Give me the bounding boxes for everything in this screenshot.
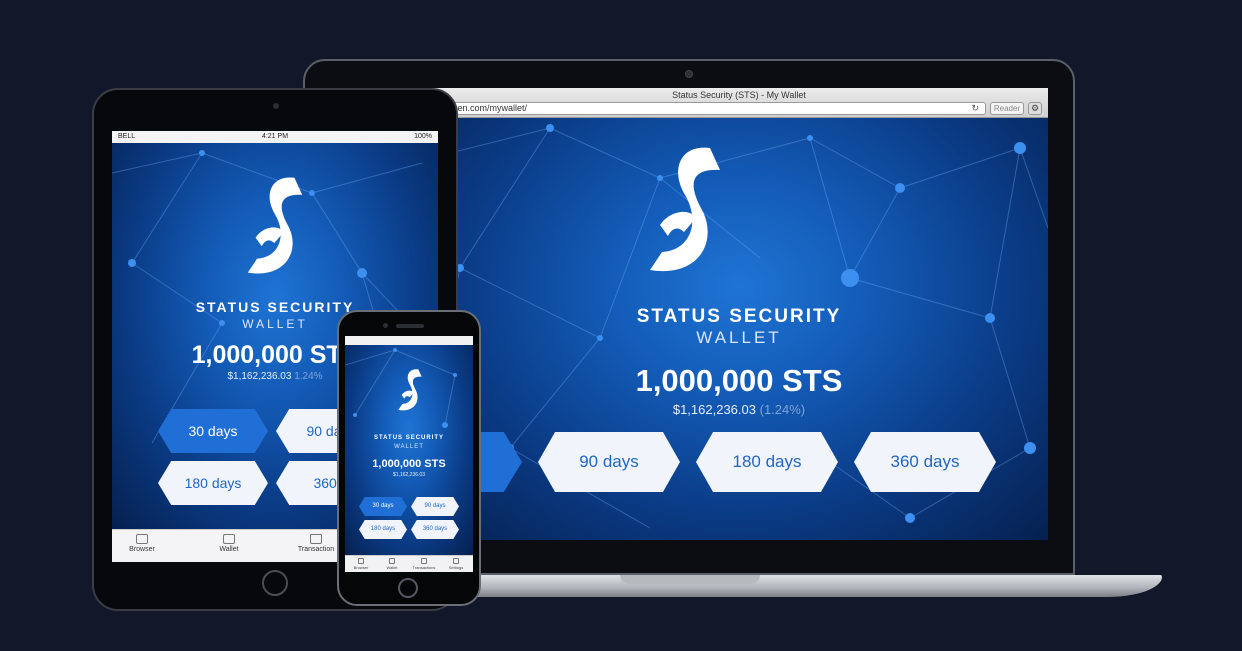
reader-button[interactable]: Reader: [990, 102, 1024, 115]
browser-window-title: Status Security (STS) - My Wallet: [672, 90, 806, 100]
tab-transactions[interactable]: Transactions: [409, 558, 439, 570]
usd-value: $1,162,236.03: [393, 472, 425, 478]
tab-settings[interactable]: Settings: [441, 558, 471, 570]
settings-icon: [453, 558, 459, 564]
period-button-180-days[interactable]: 180 days: [359, 520, 407, 539]
laptop-camera: [685, 70, 693, 78]
browser-icon: [358, 558, 364, 564]
phone-screen: STATUS SECURITY WALLET 1,000,000 STS $1,…: [345, 336, 473, 572]
period-label: 180 days: [184, 475, 242, 491]
tab-label: Transactions: [412, 565, 436, 570]
tab-label: Browser: [353, 565, 369, 570]
browser-toolbar: Status Security (STS) - My Wallet stoken…: [430, 88, 1048, 118]
laptop-notch: [620, 575, 760, 584]
phone-home-button[interactable]: [398, 578, 418, 598]
brand-subtitle: WALLET: [696, 328, 782, 347]
period-button-360-days[interactable]: 360 days: [854, 432, 996, 492]
phone-camera: [383, 323, 388, 328]
usd-value: $1,162,236.03: [227, 371, 292, 382]
period-label: 30 days: [188, 423, 238, 439]
wallet-icon: [223, 534, 235, 544]
tablet-home-button[interactable]: [262, 570, 288, 596]
period-button-360-days[interactable]: 360 days: [411, 520, 459, 539]
period-label: 180 days: [370, 526, 396, 532]
status-security-logo: [398, 369, 422, 411]
brand-title: STATUS SECURITY: [636, 306, 842, 327]
tab-label: Browser: [129, 546, 155, 553]
laptop-screen: Status Security (STS) - My Wallet stoken…: [430, 88, 1048, 540]
period-label: 360 days: [890, 452, 960, 471]
period-button-90-days[interactable]: 90 days: [411, 497, 459, 516]
change-percent: 1.24%: [294, 371, 323, 382]
tab-wallet[interactable]: Wallet: [184, 534, 274, 553]
tab-browser[interactable]: Browser: [346, 558, 376, 570]
period-label: 90 days: [579, 452, 639, 471]
battery-label: 100%: [414, 133, 432, 140]
phone-wallet-page: STATUS SECURITY WALLET 1,000,000 STS $1,…: [345, 345, 473, 555]
tab-browser[interactable]: Browser: [112, 534, 187, 553]
tab-label: Wallet: [386, 565, 398, 570]
period-button-30-days[interactable]: 30 days: [359, 497, 407, 516]
phone-status-bar: [345, 336, 473, 345]
brand-title: STATUS SECURITY: [373, 435, 445, 441]
phone-tab-bar: Browser Wallet Transactions Settings: [345, 555, 473, 572]
tab-wallet[interactable]: Wallet: [377, 558, 407, 570]
brand-subtitle: WALLET: [394, 444, 424, 450]
status-security-logo: [247, 177, 303, 274]
balance-amount: 1,000,000 STS: [372, 458, 446, 470]
transactions-icon: [421, 558, 427, 564]
change-percent: (1.24%): [759, 402, 806, 417]
status-time: 4:21 PM: [261, 133, 289, 140]
wallet-icon: [389, 558, 395, 564]
period-button-30-days[interactable]: 30 days: [158, 409, 268, 453]
period-button-90-days[interactable]: 90 days: [538, 432, 680, 492]
tab-label: Wallet: [219, 546, 239, 553]
transactions-icon: [310, 534, 322, 544]
wallet-page: STATUS SECURITY WALLET 1,000,000 STS $1,…: [430, 118, 1048, 540]
period-label: 180 days: [732, 452, 802, 471]
usd-value: $1,162,236.03: [672, 402, 756, 417]
period-label: 360 days: [422, 526, 448, 532]
usd-value-line: $1,162,236.03 (1.24%): [430, 402, 1048, 417]
tab-label: Settings: [448, 565, 464, 570]
tablet-camera: [273, 103, 279, 109]
browser-url-field[interactable]: stoken.com/mywallet/ ↻: [436, 102, 986, 115]
status-security-logo: [650, 147, 720, 272]
period-button-180-days[interactable]: 180 days: [696, 432, 838, 492]
period-label: 30 days: [372, 503, 394, 509]
period-label: 90 days: [424, 503, 446, 509]
balance-amount: 1,000,000 STS: [635, 363, 843, 398]
tab-label: Transaction: [297, 546, 335, 553]
period-button-180-days[interactable]: 180 days: [158, 461, 268, 505]
tablet-status-bar: BELL 4:21 PM 100%: [112, 131, 438, 143]
reload-icon[interactable]: ↻: [971, 103, 979, 114]
gear-icon[interactable]: ⚙: [1028, 102, 1042, 115]
phone-speaker: [396, 324, 424, 328]
browser-icon: [136, 534, 148, 544]
